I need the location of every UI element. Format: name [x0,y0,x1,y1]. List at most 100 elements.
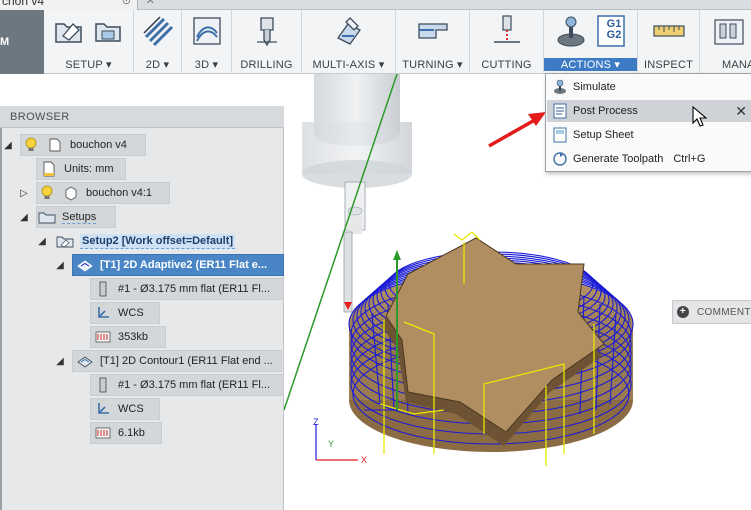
lightbulb-icon[interactable] [38,184,56,202]
2d-label: 2D ▾ [145,59,170,71]
collapse-toggle-icon[interactable]: ◢ [36,236,48,247]
tree-label: bouchon v4 [70,139,127,151]
ruler-icon[interactable] [652,14,686,48]
collapse-toggle-icon[interactable]: ◢ [2,140,14,151]
drill-icon[interactable] [250,14,284,48]
tree-units[interactable]: Units: mm [0,158,284,180]
drilling-label: DRILLING [240,59,293,71]
fusion-cam-window: chon v4 ⊙ ✕ M SETUP ▾ 2D ▾ 3D ▾ DRILLING… [0,0,751,510]
menu-item-simulate[interactable]: Simulate [547,76,751,98]
tree-wcs[interactable]: WCS [0,302,284,324]
tree-operation-contour[interactable]: ◢ [T1] 2D Contour1 (ER11 Flat end ... [0,350,284,372]
manage-group[interactable]: MANA [700,10,751,74]
simulate-joystick-icon[interactable] [554,14,588,48]
2d-group[interactable]: 2D ▾ [134,10,182,74]
turning-label: TURNING ▾ [402,59,463,71]
tree-label: [T1] 2D Adaptive2 (ER11 Flat e... [100,259,268,271]
tree-label: #1 - Ø3.175 mm flat (ER11 Fl... [118,283,271,295]
tree-label: 6.1kb [118,427,145,439]
wcs-axes-icon [94,400,112,418]
actions-dropdown: Simulate Post Process ✕ Setup Sheet Gene… [545,73,751,172]
setup-group[interactable]: SETUP ▾ [44,10,134,74]
document-tab-title: chon v4 [2,0,45,8]
collapse-toggle-icon[interactable]: ◢ [54,260,66,271]
setup-label: SETUP ▾ [65,59,112,71]
menu-item-post-process[interactable]: Post Process ✕ [547,100,751,122]
menu-item-label: Generate Toolpath [573,153,664,165]
menu-item-setup-sheet[interactable]: Setup Sheet [547,124,751,146]
gcode-icon-text: G1 G2 [606,18,622,41]
end-mill-icon [94,376,112,394]
setups-folder-icon [38,208,56,226]
tab-close-icon[interactable]: ✕ [146,0,155,8]
collapse-toggle-icon[interactable]: ◢ [18,212,30,223]
multi-axis-icon[interactable] [332,14,366,48]
document-tab[interactable]: chon v4 ⊙ ✕ [0,0,155,10]
drilling-group[interactable]: DRILLING [232,10,302,74]
units-document-icon [40,160,58,178]
menu-item-generate-toolpath[interactable]: Generate Toolpath Ctrl+G [547,148,751,170]
menu-item-shortcut: Ctrl+G [673,153,706,165]
annotation-arrow [488,112,546,148]
ribbon-toolbar: M SETUP ▾ 2D ▾ 3D ▾ DRILLING MULTI-AXIS … [0,10,751,74]
tree-operation-adaptive[interactable]: ◢ [T1] 2D Adaptive2 (ER11 Flat e... [0,254,284,276]
menu-item-label: Post Process [573,105,638,117]
mouse-cursor-icon [692,106,708,127]
tree-setups[interactable]: ◢ Setups [0,206,284,228]
tab-settings-icon[interactable]: ⊙ [122,0,131,8]
tree-root[interactable]: ◢ bouchon v4 [0,134,284,156]
end-mill-cutter [343,231,353,313]
tree-setup2[interactable]: ◢ Setup2 [Work offset=Default] [0,230,284,252]
tree-label: bouchon v4:1 [86,187,153,199]
axis-x-label: X [361,455,367,465]
actions-group[interactable]: G1 G2 ACTIONS ▾ [544,10,638,74]
tool-holder [302,74,412,234]
inspect-group[interactable]: INSPECT [638,10,700,74]
3d-group[interactable]: 3D ▾ [182,10,232,74]
browser-header[interactable]: BROWSER [0,106,284,128]
tree-toolpath-size[interactable]: 6.1kb [0,422,284,444]
axis-y-label: Y [328,439,334,449]
actions-label[interactable]: ACTIONS ▾ [544,58,637,71]
2d-milling-icon[interactable] [141,14,175,48]
workspace-switcher[interactable]: M [0,10,44,74]
menu-item-label: Setup Sheet [573,129,634,141]
manage-label: MANA [722,59,751,71]
add-comment-icon[interactable]: + [677,306,689,318]
tree-wcs[interactable]: WCS [0,398,284,420]
simulate-icon [551,78,569,96]
setup-sheet-icon [551,126,569,144]
expand-toggle-icon[interactable]: ▷ [18,188,30,199]
toolpath-data-icon [94,424,112,442]
generate-toolpath-icon [551,150,569,168]
tree-label: 353kb [118,331,148,343]
menu-item-label: Simulate [573,81,616,93]
cutting-icon[interactable] [490,14,524,48]
turning-group[interactable]: TURNING ▾ [396,10,470,74]
wcs-axes-icon [94,304,112,322]
menu-close-icon[interactable]: ✕ [735,103,747,120]
comments-panel[interactable]: + COMMENTS [672,300,751,324]
multi-axis-label: MULTI-AXIS ▾ [312,59,385,71]
tool-library-icon[interactable] [712,14,746,48]
lightbulb-icon[interactable] [22,136,40,154]
document-tab-strip: chon v4 ⊙ ✕ [0,0,751,10]
multi-axis-group[interactable]: MULTI-AXIS ▾ [302,10,396,74]
tree-tool[interactable]: #1 - Ø3.175 mm flat (ER11 Fl... [0,278,284,300]
contour-operation-icon [76,352,94,370]
tree-label: #1 - Ø3.175 mm flat (ER11 Fl... [118,379,271,391]
setup-folder-icon[interactable] [52,14,86,48]
cutting-label: CUTTING [481,59,532,71]
tree-tool[interactable]: #1 - Ø3.175 mm flat (ER11 Fl... [0,374,284,396]
collapse-toggle-icon[interactable]: ◢ [54,356,66,367]
inspect-label: INSPECT [643,59,694,71]
3d-milling-icon[interactable] [190,14,224,48]
tree-toolpath-size[interactable]: 353kb [0,326,284,348]
3d-label: 3D ▾ [194,59,219,71]
cutting-group[interactable]: CUTTING [470,10,544,74]
tree-component[interactable]: ▷ bouchon v4:1 [0,182,284,204]
comments-label: COMMENTS [697,306,751,318]
setup-stock-icon[interactable] [92,14,126,48]
tree-label: WCS [118,307,144,319]
turning-icon[interactable] [416,14,450,48]
